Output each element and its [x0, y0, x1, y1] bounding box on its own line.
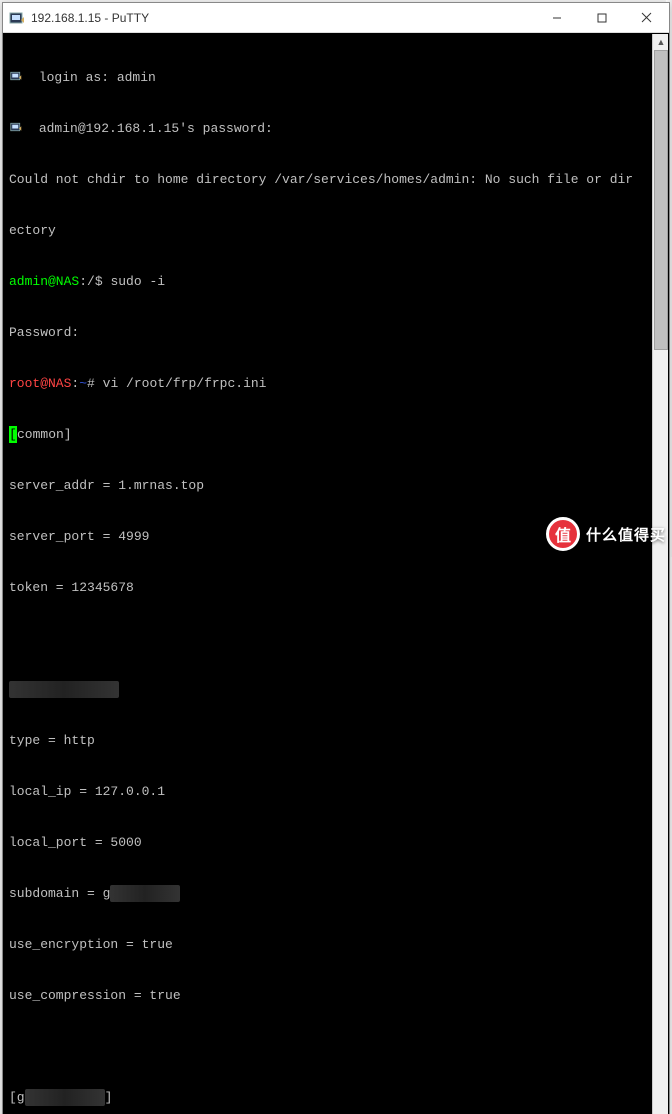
admin-prompt-user: admin@NAS — [9, 274, 79, 289]
titlebar[interactable]: 192.168.1.15 - PuTTY — [3, 3, 669, 33]
use-encryption-1: use_encryption = true — [9, 936, 663, 953]
error-line-1: Could not chdir to home directory /var/s… — [9, 171, 663, 188]
scroll-thumb[interactable] — [654, 50, 668, 350]
section-2-open: [g — [9, 1090, 25, 1105]
putty-icon — [9, 10, 25, 26]
putty-window: 192.168.1.15 - PuTTY login as: admin adm… — [2, 2, 670, 1114]
http-type: type = http — [9, 732, 663, 749]
redacted — [25, 1089, 105, 1106]
root-prompt-user: root@NAS — [9, 376, 71, 391]
local-port-5000: local_port = 5000 — [9, 834, 663, 851]
minimize-button[interactable] — [534, 3, 579, 32]
error-line-2: ectory — [9, 222, 663, 239]
vi-command: vi /root/frp/frpc.ini — [103, 376, 267, 391]
scrollbar[interactable]: ▲ ▼ — [652, 34, 668, 1114]
subdomain-1: subdomain = g — [9, 886, 110, 901]
terminal[interactable]: login as: admin admin@192.168.1.15's pas… — [3, 33, 669, 1114]
use-compression-1: use_compression = true — [9, 987, 663, 1004]
root-path: ~ — [79, 376, 87, 391]
token: token = 12345678 — [9, 579, 663, 596]
scroll-up-icon[interactable]: ▲ — [653, 34, 669, 50]
watermark: 值 什么值得买 — [546, 517, 666, 551]
login-prompt: login as: — [39, 70, 117, 85]
login-user: admin — [117, 70, 156, 85]
server-addr: server_addr = 1.mrnas.top — [9, 477, 663, 494]
password-label: Password: — [9, 324, 663, 341]
redacted-section — [9, 681, 119, 698]
admin-prompt-path: :/$ — [79, 274, 110, 289]
close-button[interactable] — [624, 3, 669, 32]
window-title: 192.168.1.15 - PuTTY — [31, 11, 534, 25]
root-hash: # — [87, 376, 103, 391]
redacted — [110, 885, 180, 902]
watermark-badge: 值 — [546, 517, 580, 551]
local-ip-1: local_ip = 127.0.0.1 — [9, 783, 663, 800]
cursor: [ — [9, 426, 17, 443]
window-controls — [534, 3, 669, 32]
maximize-button[interactable] — [579, 3, 624, 32]
sudo-command: sudo -i — [110, 274, 165, 289]
password-prompt: admin@192.168.1.15's password: — [39, 121, 273, 136]
section-common: common] — [17, 427, 72, 442]
watermark-text: 什么值得买 — [586, 524, 666, 545]
section-2-close: ] — [105, 1090, 113, 1105]
